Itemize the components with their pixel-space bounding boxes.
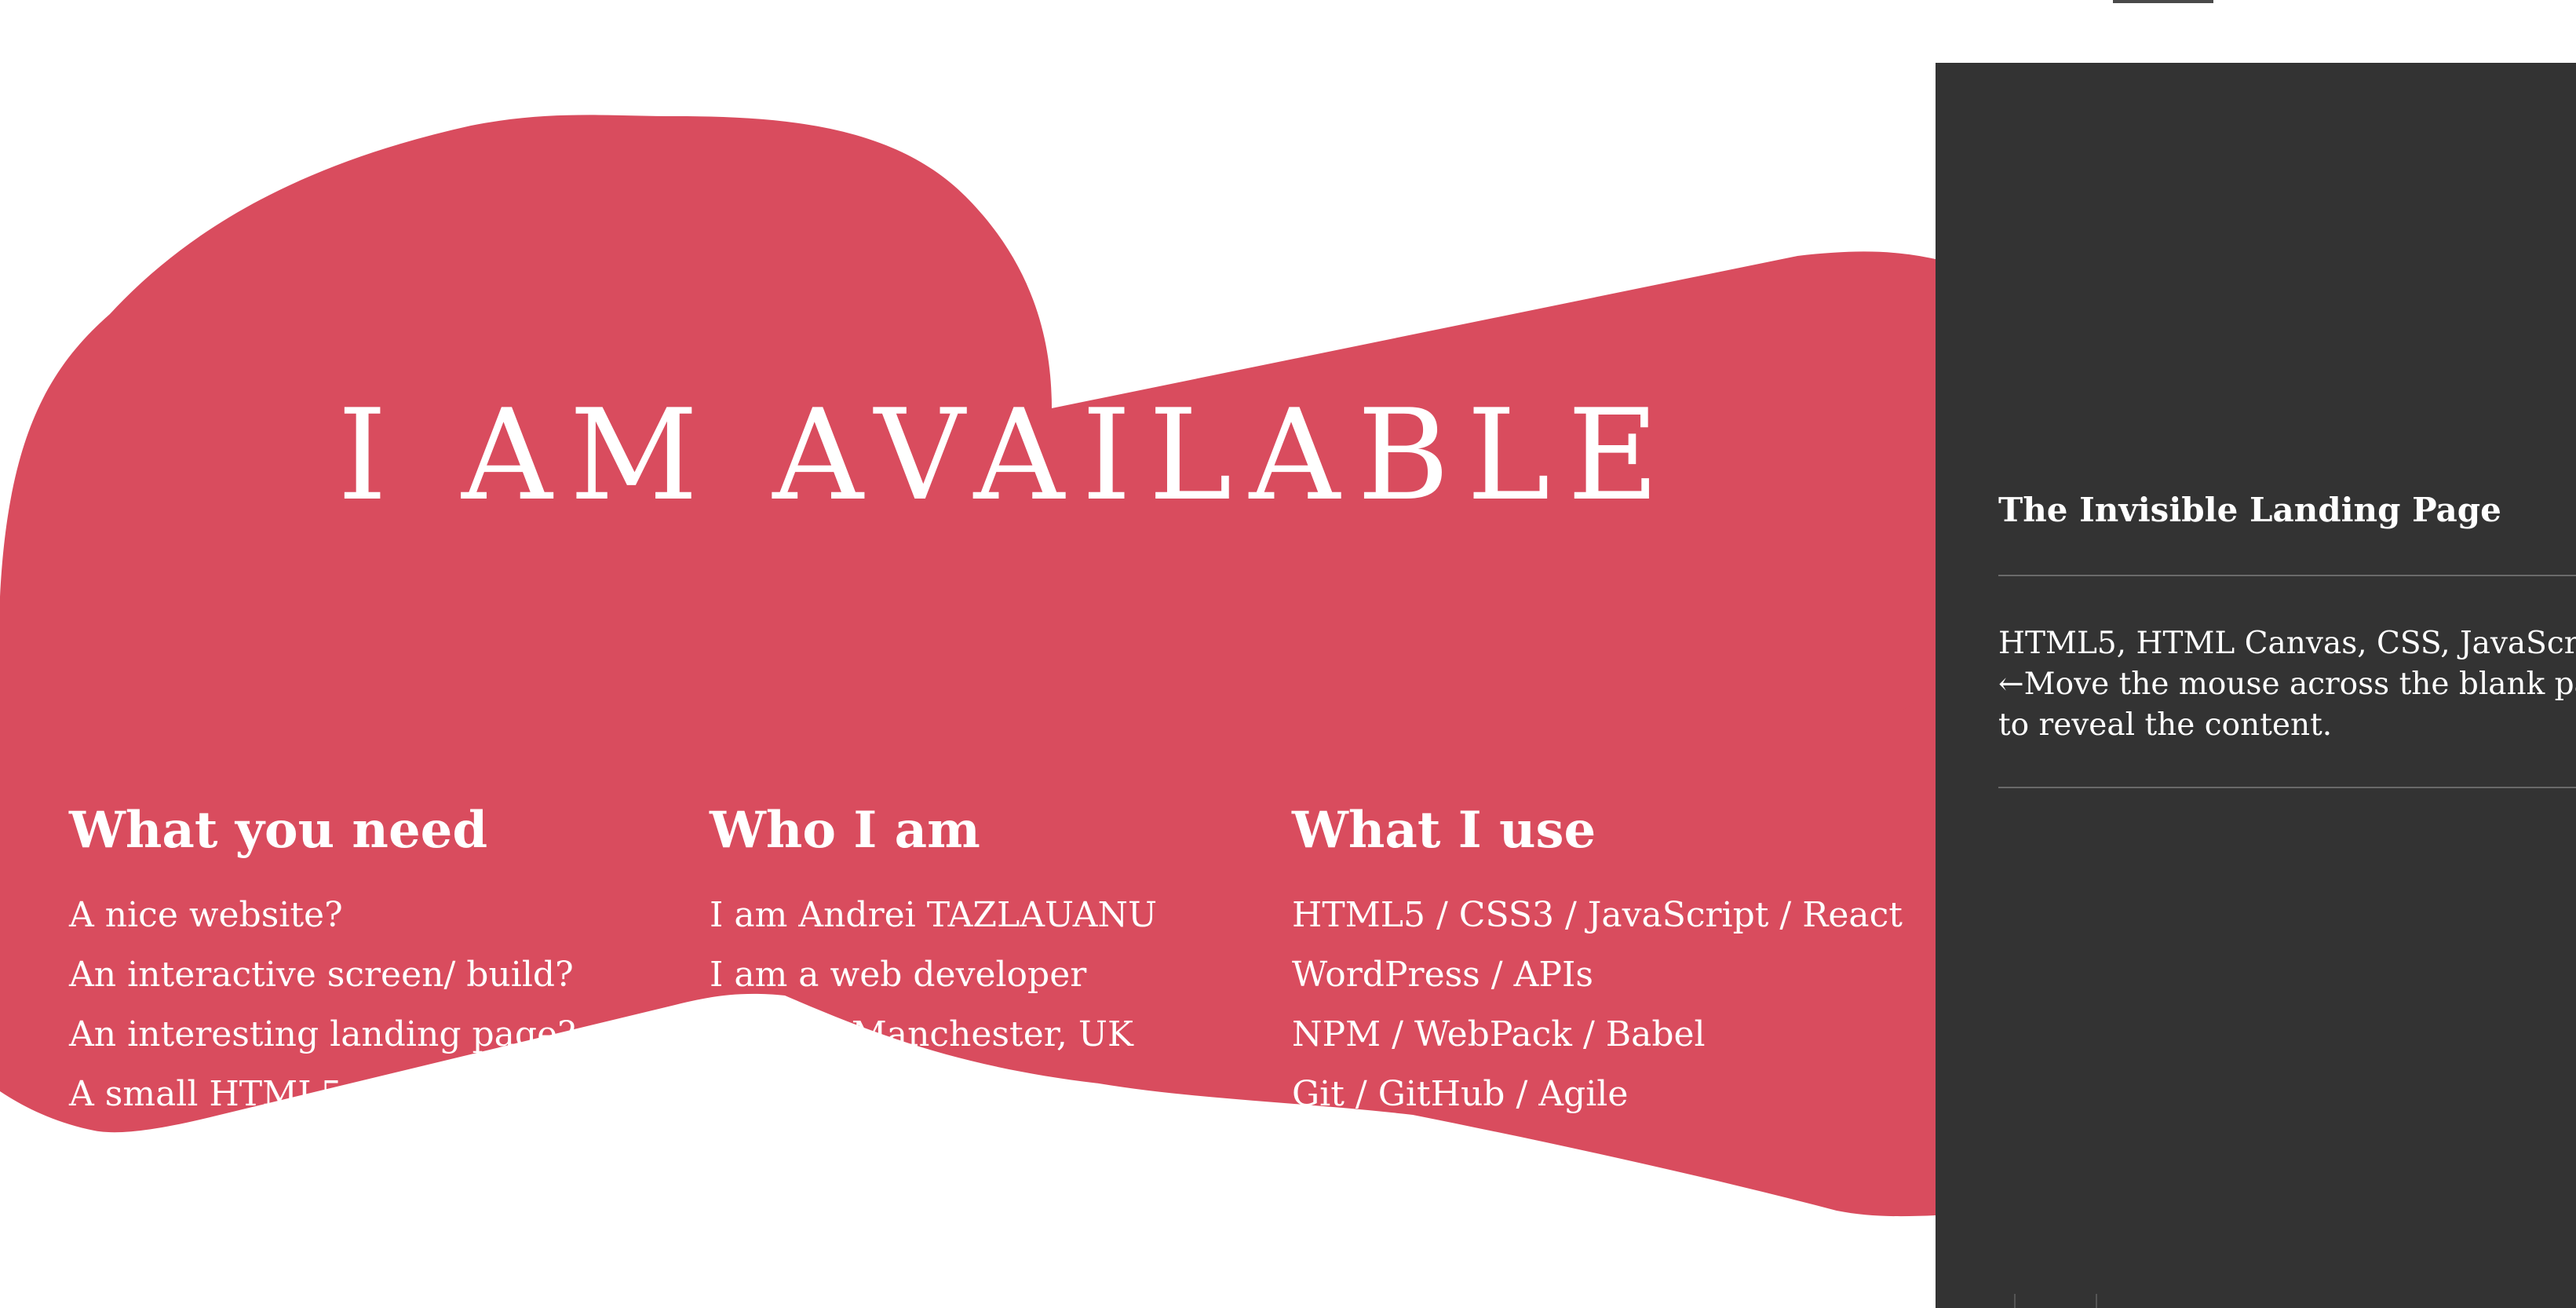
divider: [1998, 575, 2576, 576]
list-item: Git / GitHub / Agile: [1292, 1074, 1629, 1114]
instruction-text: to reveal the content.: [1998, 707, 2333, 743]
list-item: A small HTML5 game?: [69, 1074, 469, 1114]
list-item: I am Andrei TAZLAUANU: [710, 895, 1158, 935]
list-item: An interactive screen/ build?: [69, 955, 574, 995]
list-item: NPM / WebPack / Babel: [1292, 1014, 1706, 1054]
column-heading: What I use: [1292, 801, 1596, 860]
list-item: I live in Manchester, UK: [710, 1014, 1133, 1054]
divider: [1998, 787, 2576, 788]
column-heading: Who I am: [710, 801, 980, 860]
divider: [2014, 1294, 2016, 1308]
tech-stack-text: HTML5, HTML Canvas, CSS, JavaScript: [1998, 626, 2576, 661]
list: I am Andrei TAZLAUANU I am a web develop…: [710, 886, 1157, 1065]
column-what-you-need: What you need A nice website? An interac…: [69, 798, 576, 1124]
column-heading: What you need: [69, 801, 488, 860]
list-item: I am a web developer: [710, 955, 1087, 995]
panel-footer: [1936, 1294, 2576, 1308]
divider: [2096, 1294, 2097, 1308]
reveal-canvas[interactable]: I AM AVAILABLE What you need A nice webs…: [0, 0, 1936, 1308]
panel-title: The Invisible Landing Page: [1998, 491, 2501, 529]
list-item: A nice website?: [69, 895, 343, 935]
list: HTML5 / CSS3 / JavaScript / React WordPr…: [1292, 886, 1903, 1124]
top-tab-indicator[interactable]: [2113, 0, 2213, 3]
instruction-text: ←Move the mouse across the blank page: [1998, 667, 2576, 702]
column-who-i-am: Who I am I am Andrei TAZLAUANU I am a we…: [710, 798, 1157, 1065]
list: A nice website? An interactive screen/ b…: [69, 886, 576, 1124]
info-panel: The Invisible Landing Page HTML5, HTML C…: [1936, 63, 2576, 1308]
list-item: WordPress / APIs: [1292, 955, 1593, 995]
list-item: HTML5 / CSS3 / JavaScript / React: [1292, 895, 1903, 935]
revealed-content: I AM AVAILABLE What you need A nice webs…: [0, 0, 1936, 1308]
panel-description: HTML5, HTML Canvas, CSS, JavaScript ←Mov…: [1998, 623, 2576, 746]
column-what-i-use: What I use HTML5 / CSS3 / JavaScript / R…: [1292, 798, 1903, 1124]
hero-title: I AM AVAILABLE: [338, 382, 1677, 528]
list-item: An interesting landing page?: [69, 1014, 576, 1054]
